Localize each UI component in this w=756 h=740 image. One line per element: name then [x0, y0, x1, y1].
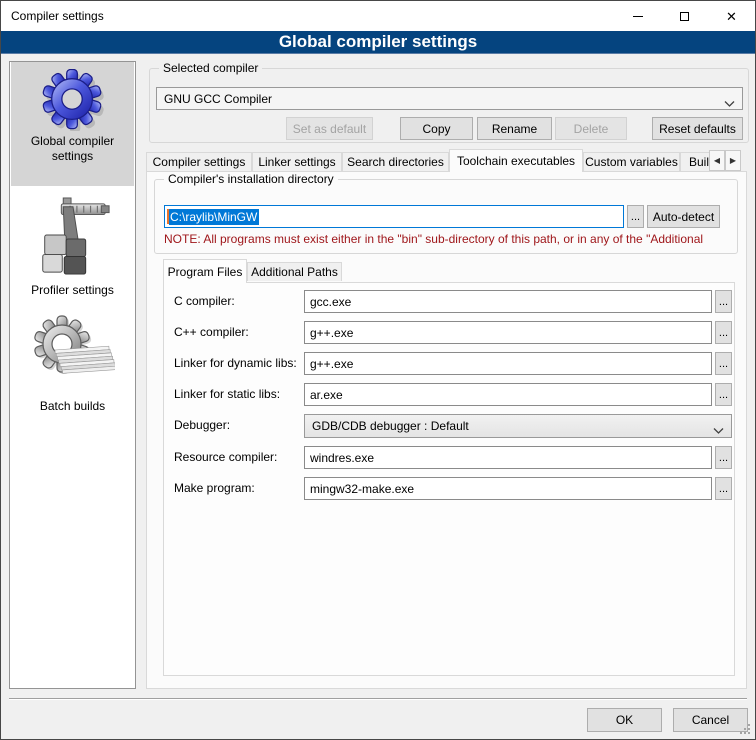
tab-toolchain-executables[interactable]: Toolchain executables — [449, 149, 583, 172]
make-program-browse-button[interactable]: ... — [715, 477, 732, 500]
subtab-program-files[interactable]: Program Files — [163, 259, 247, 283]
tab-scroll-right-button[interactable]: ▶ — [725, 150, 741, 171]
ok-button[interactable]: OK — [587, 708, 662, 732]
rename-button[interactable]: Rename — [477, 117, 552, 140]
sidebar-item-batch-builds[interactable]: Batch builds — [11, 310, 134, 432]
installation-directory-group-label: Compiler's installation directory — [164, 172, 338, 187]
chevron-down-icon — [713, 423, 724, 437]
close-icon: ✕ — [726, 10, 737, 23]
linker-for-dynamic-libs-label: Linker for dynamic libs: — [174, 352, 304, 375]
gear-blue-icon — [42, 69, 104, 131]
c-compiler-browse-button[interactable]: ... — [715, 290, 732, 313]
sidebar-item-label: Profiler settings — [25, 283, 120, 298]
c-compiler-input[interactable] — [304, 290, 712, 313]
window-title: Compiler settings — [11, 1, 104, 31]
make-program-label: Make program: — [174, 477, 304, 500]
linker-for-dynamic-libs-browse-button[interactable]: ... — [715, 352, 732, 375]
settings-category-list: Global compiler settings Profiler settin… — [9, 61, 136, 689]
tab-custom-variables[interactable]: Custom variables — [583, 152, 680, 171]
close-button[interactable]: ✕ — [708, 1, 755, 31]
debugger-select[interactable]: GDB/CDB debugger : Default — [304, 414, 732, 438]
subtab-additional-paths[interactable]: Additional Paths — [247, 262, 342, 281]
make-program-input[interactable] — [304, 477, 712, 500]
delete-button: Delete — [555, 117, 627, 140]
sidebar-item-profiler-settings[interactable]: Profiler settings — [11, 192, 134, 304]
cancel-button[interactable]: Cancel — [673, 708, 748, 732]
compiler-select-value: GNU GCC Compiler — [164, 92, 272, 106]
selected-compiler-group-label: Selected compiler — [159, 61, 262, 76]
minimize-icon — [633, 16, 643, 17]
footer-divider — [9, 698, 747, 700]
copy-button[interactable]: Copy — [400, 117, 473, 140]
c-compiler-browse-button[interactable]: ... — [715, 321, 732, 344]
title-bar: Compiler settings ✕ — [1, 1, 755, 31]
linker-for-static-libs-label: Linker for static libs: — [174, 383, 304, 406]
browse-directory-button[interactable]: ... — [627, 205, 644, 228]
debugger-value: GDB/CDB debugger : Default — [312, 419, 469, 433]
compiler-settings-window: Compiler settings ✕ Global compiler sett… — [0, 0, 756, 740]
reset-defaults-button[interactable]: Reset defaults — [652, 117, 743, 140]
tab-linker-settings[interactable]: Linker settings — [252, 152, 342, 171]
tab-build-options[interactable]: Build options — [680, 152, 711, 171]
caliper-icon — [33, 194, 113, 280]
bin-subdirectory-note: NOTE: All programs must exist either in … — [164, 232, 732, 246]
page-title: Global compiler settings — [1, 31, 755, 54]
chevron-down-icon — [724, 96, 735, 110]
caption-buttons: ✕ — [614, 1, 755, 31]
tab-compiler-settings[interactable]: Compiler settings — [146, 152, 252, 171]
linker-for-static-libs-input[interactable] — [304, 383, 712, 406]
auto-detect-button[interactable]: Auto-detect — [647, 205, 720, 228]
program-files-page: C compiler:... C++ compiler:... Linker for… — [163, 282, 735, 676]
debugger-label: Debugger: — [174, 414, 304, 437]
linker-for-dynamic-libs-input[interactable] — [304, 352, 712, 375]
installation-directory-input[interactable]: C:\raylib\MinGW — [164, 205, 624, 228]
maximize-button[interactable] — [661, 1, 708, 31]
linker-for-static-libs-browse-button[interactable]: ... — [715, 383, 732, 406]
resource-compiler-label: Resource compiler: — [174, 446, 304, 469]
set-as-default-button: Set as default — [286, 117, 373, 140]
sidebar-item-label: Global compiler settings — [11, 134, 134, 164]
resource-compiler-browse-button[interactable]: ... — [715, 446, 732, 469]
tab-search-directories[interactable]: Search directories — [342, 152, 449, 171]
maximize-icon — [680, 12, 689, 21]
sidebar-item-label: Batch builds — [34, 399, 111, 414]
resize-grip[interactable] — [748, 732, 750, 734]
installation-directory-value: C:\raylib\MinGW — [169, 209, 259, 225]
minimize-button[interactable] — [614, 1, 661, 31]
resource-compiler-input[interactable] — [304, 446, 712, 469]
c-compiler-label: C compiler: — [174, 290, 304, 313]
c-compiler-label: C++ compiler: — [174, 321, 304, 344]
tab-scroll-left-button[interactable]: ◀ — [709, 150, 725, 171]
sidebar-item-global-compiler-settings[interactable]: Global compiler settings — [11, 62, 134, 186]
c-compiler-input[interactable] — [304, 321, 712, 344]
compiler-select[interactable]: GNU GCC Compiler — [156, 87, 743, 110]
gear-stack-icon — [31, 312, 115, 396]
